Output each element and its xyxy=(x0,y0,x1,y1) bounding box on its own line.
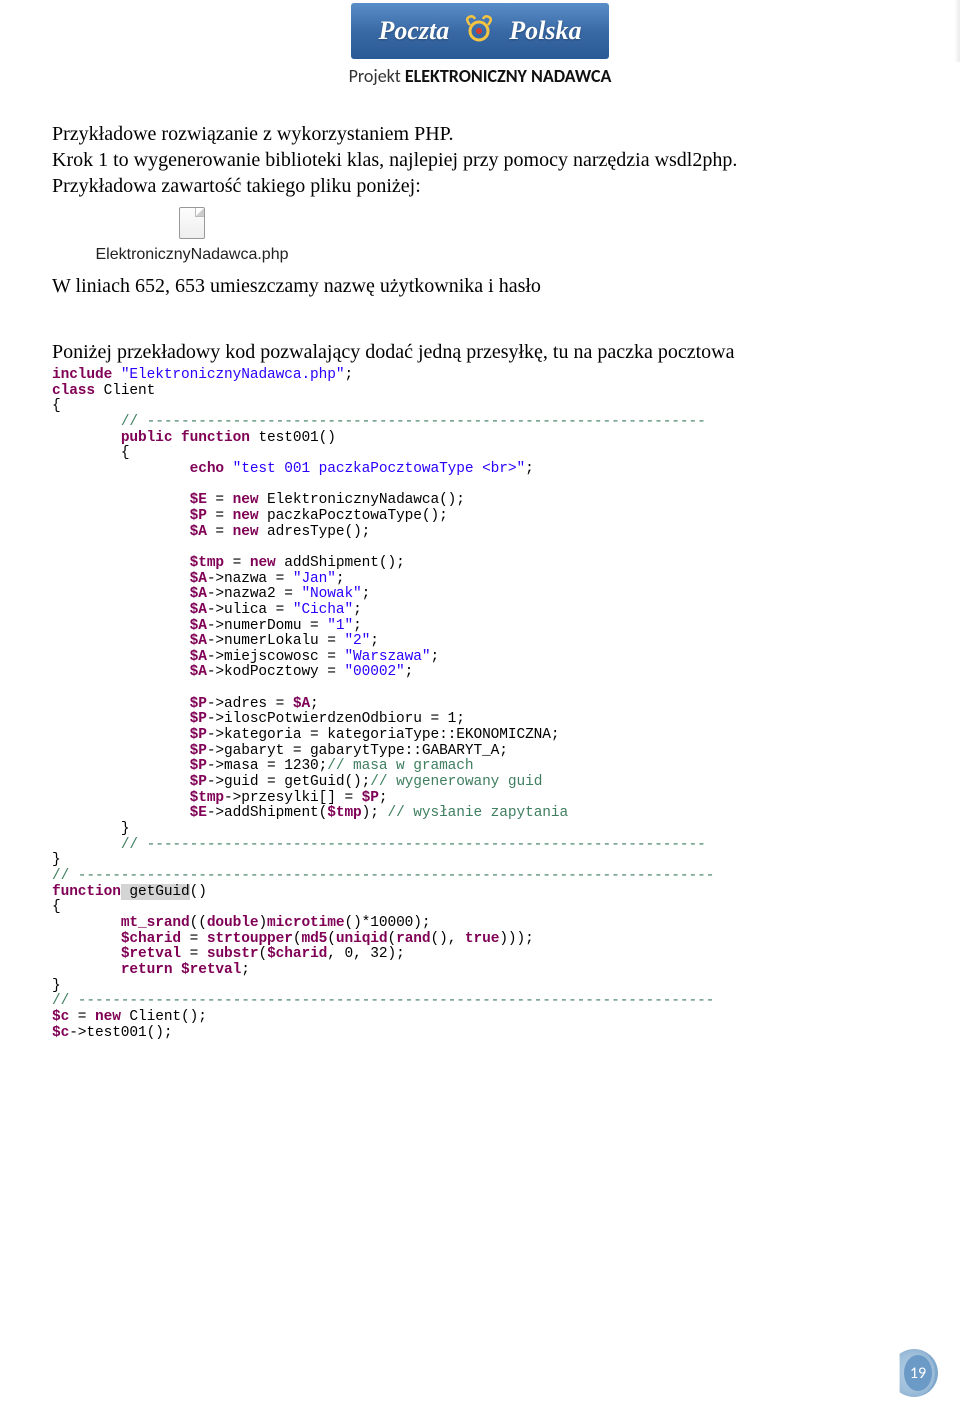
logo-banner: Poczta Polska xyxy=(351,3,609,59)
file-label: ElektronicznyNadawca.php xyxy=(92,246,292,264)
right-edge-shadow xyxy=(954,0,960,62)
header: Poczta Polska Projekt ELEKTRONICZNY NADA… xyxy=(52,0,908,87)
logo-text-right: Polska xyxy=(509,16,581,46)
file-attachment: ElektronicznyNadawca.php xyxy=(92,207,292,264)
post-horn-icon xyxy=(461,15,497,48)
page-number-badge: 19 xyxy=(890,1349,938,1397)
file-icon xyxy=(179,207,205,239)
credentials-note: W liniach 652, 653 umieszczamy nazwę uży… xyxy=(52,272,908,300)
project-title: Projekt ELEKTRONICZNY NADAWCA xyxy=(52,65,908,87)
page-number: 19 xyxy=(904,1355,932,1391)
php-code-block: include "ElektronicznyNadawca.php"; clas… xyxy=(52,368,908,1041)
code-intro: Poniżej przekładowy kod pozwalający doda… xyxy=(52,338,908,366)
logo-text-left: Poczta xyxy=(379,16,450,46)
intro-paragraph: Przykładowe rozwiązanie z wykorzystaniem… xyxy=(52,121,908,199)
